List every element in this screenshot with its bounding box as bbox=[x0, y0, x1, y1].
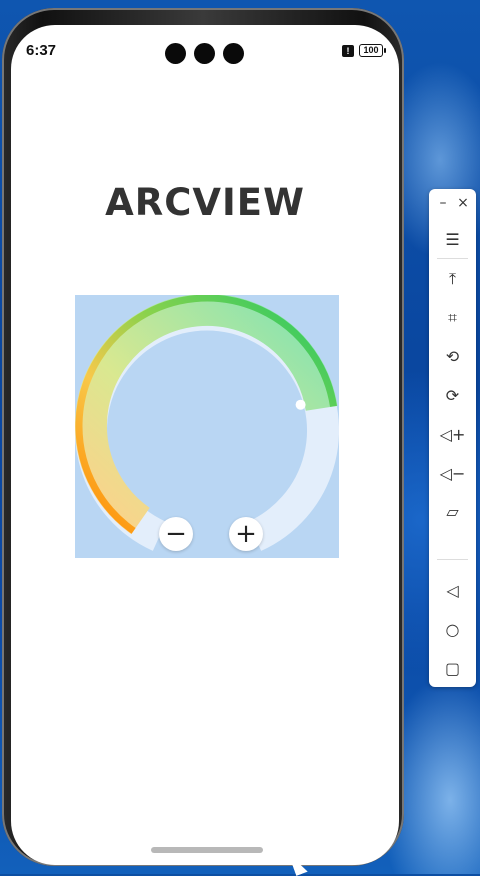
volume-down-icon[interactable]: ◁− bbox=[429, 459, 476, 487]
home-indicator[interactable] bbox=[151, 847, 263, 853]
pin-top-icon[interactable]: ⤒ bbox=[429, 265, 476, 293]
battery-icon: 100 bbox=[359, 44, 386, 57]
arc-dial[interactable] bbox=[75, 295, 339, 558]
close-button[interactable]: × bbox=[454, 193, 472, 213]
shake-icon[interactable]: ▱ bbox=[429, 497, 476, 525]
rotate-icon[interactable]: ⟲ bbox=[429, 342, 476, 370]
crop-icon[interactable]: ⌗ bbox=[429, 304, 476, 332]
recents-icon[interactable]: ▢ bbox=[429, 654, 476, 682]
status-time: 6:37 bbox=[26, 42, 57, 59]
home-icon[interactable]: ○ bbox=[429, 615, 476, 643]
page-title: ARCVIEW bbox=[105, 181, 305, 224]
toolbar-divider bbox=[437, 559, 468, 560]
camera-dot bbox=[194, 43, 215, 64]
camera-dot bbox=[165, 43, 186, 64]
increase-button[interactable]: + bbox=[229, 517, 263, 551]
rotate-alt-icon[interactable]: ⟳ bbox=[429, 381, 476, 409]
alert-icon: ! bbox=[342, 45, 354, 57]
back-icon[interactable]: ◁ bbox=[429, 576, 476, 604]
phone-frame: 6:37 ! 100 ARCVIEW − + bbox=[2, 8, 404, 866]
arc-view[interactable]: − + bbox=[75, 295, 339, 558]
decrease-button[interactable]: − bbox=[159, 517, 193, 551]
volume-up-icon[interactable]: ◁+ bbox=[429, 420, 476, 448]
emulator-toolbar: – × ☰ ⤒ ⌗ ⟲ ⟳ ◁+ ◁− ▱ ◁ ○ ▢ bbox=[429, 189, 476, 687]
arc-thumb bbox=[295, 399, 306, 410]
phone-screen: 6:37 ! 100 ARCVIEW − + bbox=[11, 25, 399, 865]
status-bar: 6:37 ! 100 bbox=[11, 25, 399, 65]
camera-dot bbox=[223, 43, 244, 64]
toolbar-divider bbox=[437, 258, 468, 259]
minimize-button[interactable]: – bbox=[434, 193, 452, 213]
arc-progress-fill bbox=[75, 295, 338, 535]
menu-icon[interactable]: ☰ bbox=[429, 225, 476, 253]
